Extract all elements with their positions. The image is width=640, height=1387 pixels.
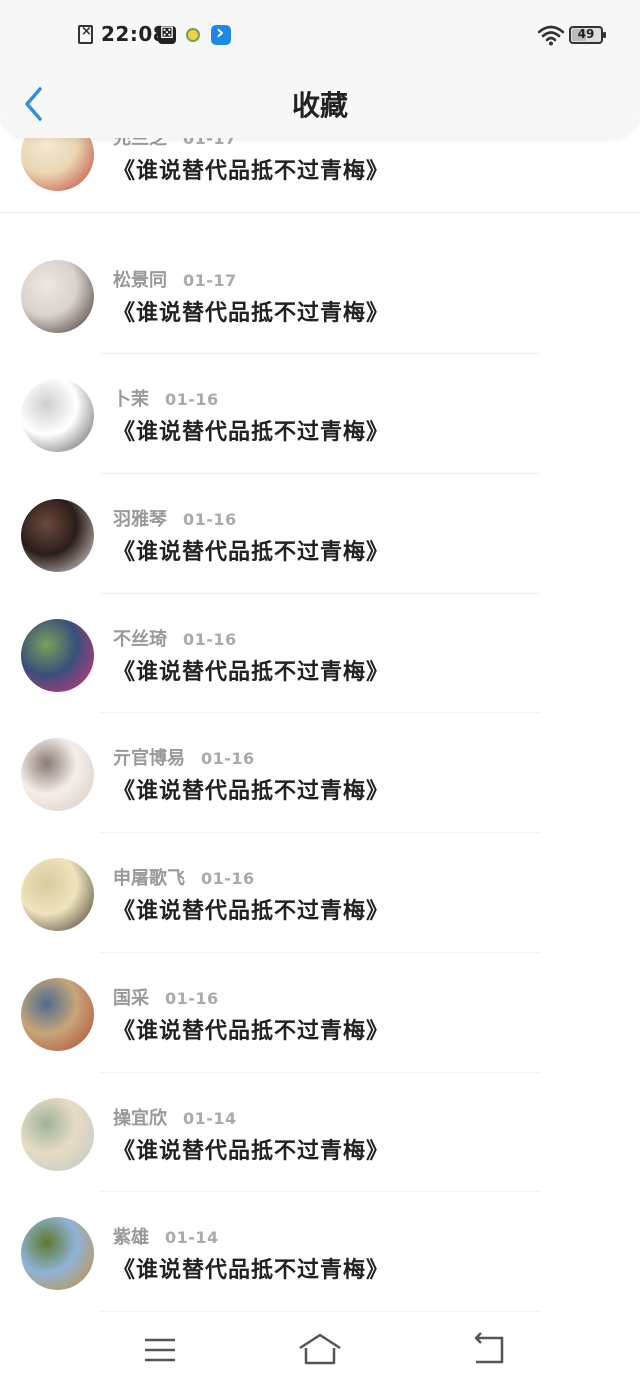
work-title[interactable]: 《谁说替代品抵不过青梅》 bbox=[113, 654, 389, 686]
user-name: 亓官博易 01-16 bbox=[113, 744, 255, 770]
avatar[interactable] bbox=[21, 618, 94, 692]
work-title[interactable]: 《谁说替代品抵不过青梅》 bbox=[113, 153, 389, 185]
favorite-date: 01-17 bbox=[183, 270, 237, 290]
favorite-row[interactable]: 卜茉 01-16 《谁说替代品抵不过青梅》 bbox=[0, 357, 640, 477]
user-name-text: 紫雄 bbox=[113, 1227, 149, 1249]
menu-icon[interactable] bbox=[137, 1330, 183, 1370]
favorite-row[interactable]: 松景同 01-17 《谁说替代品抵不过青梅》 bbox=[0, 238, 640, 358]
favorite-date: 01-16 bbox=[201, 869, 255, 889]
user-name-text: 亓官博易 bbox=[113, 748, 185, 770]
user-name-text: 卜茉 bbox=[113, 389, 149, 411]
work-title[interactable]: 《谁说替代品抵不过青梅》 bbox=[113, 1252, 389, 1284]
row-divider bbox=[100, 592, 540, 594]
app-dice-icon bbox=[158, 23, 176, 44]
favorite-row[interactable]: 申屠歌飞 01-16 《谁说替代品抵不过青梅》 bbox=[0, 836, 640, 956]
page-title: 收藏 bbox=[291, 89, 348, 122]
row-divider bbox=[100, 832, 540, 834]
user-name: 紫雄 01-14 bbox=[113, 1223, 219, 1249]
row-divider bbox=[100, 712, 540, 714]
avatar[interactable] bbox=[21, 1217, 94, 1291]
row-divider bbox=[100, 951, 540, 953]
user-name-text: 羽雅琴 bbox=[113, 509, 167, 531]
favorites-list: 充兰芝 01-17 《谁说替代品抵不过青梅》 松景同 01-17 《谁说替代品抵不过青梅》… bbox=[0, 118, 640, 1315]
user-name: 不丝琦 01-16 bbox=[113, 625, 237, 651]
favorite-row[interactable]: 羽雅琴 01-16 《谁说替代品抵不过青梅》 bbox=[0, 477, 640, 597]
avatar[interactable] bbox=[21, 977, 94, 1051]
row-divider bbox=[100, 353, 540, 355]
user-name: 申屠歌飞 01-16 bbox=[113, 864, 255, 890]
user-name: 羽雅琴 01-16 bbox=[113, 505, 237, 531]
user-name: 国采 01-16 bbox=[113, 984, 219, 1010]
row-divider bbox=[100, 473, 540, 475]
battery-text: 49 bbox=[577, 27, 595, 41]
favorite-row[interactable]: 国采 01-16 《谁说替代品抵不过青梅》 bbox=[0, 956, 640, 1076]
avatar[interactable] bbox=[21, 858, 94, 932]
avatar[interactable] bbox=[21, 499, 94, 573]
work-title[interactable]: 《谁说替代品抵不过青梅》 bbox=[113, 1013, 389, 1045]
app-arrow-icon bbox=[211, 20, 231, 45]
favorite-row[interactable]: 操宜欣 01-14 《谁说替代品抵不过青梅》 bbox=[0, 1076, 640, 1196]
user-name: 松景同 01-17 bbox=[113, 266, 237, 292]
system-nav-bar bbox=[0, 1312, 640, 1387]
avatar[interactable] bbox=[21, 259, 94, 333]
favorite-date: 01-16 bbox=[183, 629, 237, 649]
work-title[interactable]: 《谁说替代品抵不过青梅》 bbox=[113, 414, 389, 446]
avatar[interactable] bbox=[21, 738, 94, 812]
favorite-row[interactable]: 不丝琦 01-16 《谁说替代品抵不过青梅》 bbox=[0, 597, 640, 717]
favorite-date: 01-14 bbox=[165, 1228, 219, 1248]
favorite-date: 01-16 bbox=[183, 510, 237, 530]
row-divider bbox=[100, 1191, 540, 1193]
work-title[interactable]: 《谁说替代品抵不过青梅》 bbox=[113, 773, 389, 805]
favorite-date: 01-14 bbox=[183, 1108, 237, 1128]
favorite-row[interactable]: 亓官博易 01-16 《谁说替代品抵不过青梅》 bbox=[0, 716, 640, 836]
home-icon[interactable] bbox=[297, 1330, 343, 1370]
user-name-text: 申屠歌飞 bbox=[113, 868, 185, 890]
row-divider bbox=[100, 1071, 540, 1073]
user-name-text: 不丝琦 bbox=[113, 628, 167, 650]
back-icon[interactable] bbox=[466, 1330, 512, 1370]
favorite-row[interactable]: 紫雄 01-14 《谁说替代品抵不过青梅》 bbox=[0, 1195, 640, 1315]
row-divider bbox=[0, 211, 640, 213]
battery-icon: 49 bbox=[569, 26, 606, 44]
wifi-icon bbox=[538, 25, 564, 46]
avatar[interactable] bbox=[21, 379, 94, 453]
user-name-text: 操宜欣 bbox=[113, 1107, 167, 1129]
favorite-date: 01-16 bbox=[165, 390, 219, 410]
file-x-icon bbox=[78, 24, 93, 44]
work-title[interactable]: 《谁说替代品抵不过青梅》 bbox=[113, 1133, 389, 1165]
favorite-date: 01-16 bbox=[165, 988, 219, 1008]
user-name: 操宜欣 01-14 bbox=[113, 1104, 237, 1130]
status-bar: 22:08 49 bbox=[0, 18, 640, 54]
favorite-date: 01-16 bbox=[201, 749, 255, 769]
app-flower-icon bbox=[186, 28, 200, 42]
app-header: 22:08 49 收藏 bbox=[0, 0, 640, 138]
user-name-text: 松景同 bbox=[113, 269, 167, 291]
work-title[interactable]: 《谁说替代品抵不过青梅》 bbox=[113, 534, 389, 566]
user-name-text: 国采 bbox=[113, 987, 149, 1009]
work-title[interactable]: 《谁说替代品抵不过青梅》 bbox=[113, 295, 389, 327]
user-name: 卜茉 01-16 bbox=[113, 385, 219, 411]
work-title[interactable]: 《谁说替代品抵不过青梅》 bbox=[113, 893, 389, 925]
avatar[interactable] bbox=[21, 1097, 94, 1171]
